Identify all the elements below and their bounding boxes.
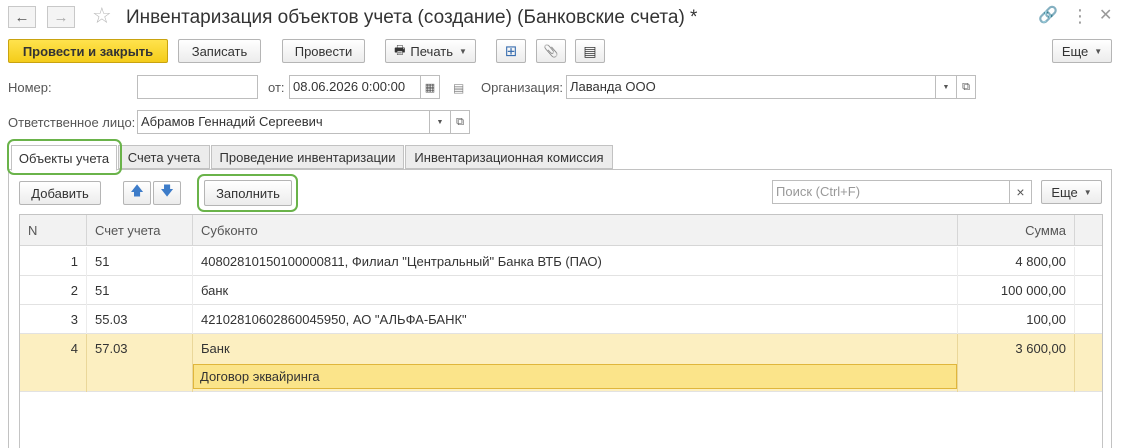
tab-inventory-posting[interactable]: Проведение инвентаризации xyxy=(211,145,404,169)
row-account: 57.03 xyxy=(87,334,193,392)
org-history-icon[interactable]: ▤ xyxy=(453,80,464,96)
responsible-label: Ответственное лицо: xyxy=(8,115,136,130)
arrow-right-icon: → xyxy=(53,8,69,26)
structure-icon: ⊞ xyxy=(504,43,518,60)
post-button[interactable]: Провести xyxy=(282,39,365,63)
chevron-down-icon: ▼ xyxy=(436,118,444,126)
row-subconto: 40802810150100000811, Филиал "Центральны… xyxy=(193,247,958,276)
forward-button[interactable]: → xyxy=(47,6,75,28)
table-header: N Счет учета Субконто Сумма xyxy=(20,215,1102,246)
more-button[interactable]: Еще ▼ xyxy=(1052,39,1112,63)
row-number: 1 xyxy=(20,247,87,276)
date-field[interactable]: 08.06.2026 0:00:00 xyxy=(289,75,421,99)
organization-open-button[interactable]: ⧉ xyxy=(956,75,976,99)
clear-icon: × xyxy=(1016,184,1025,200)
save-button[interactable]: Записать xyxy=(178,39,261,63)
print-button-label: Печать xyxy=(410,43,453,59)
report-icon: ▤ xyxy=(583,42,597,59)
responsible-dropdown-button[interactable]: ▼ xyxy=(429,110,451,134)
printer-icon: 🖶 xyxy=(394,42,406,57)
subconto-edit-field[interactable]: Договор эквайринга xyxy=(193,364,957,389)
close-icon[interactable]: ✕ xyxy=(1099,6,1112,26)
column-header-subconto[interactable]: Субконто xyxy=(193,215,958,246)
tab-inventory-commission[interactable]: Инвентаризационная комиссия xyxy=(405,145,613,169)
arrow-down-icon: 🡇 xyxy=(160,183,174,198)
arrow-left-icon: ← xyxy=(14,8,30,26)
row-number: 4 xyxy=(20,334,87,392)
add-button[interactable]: Добавить xyxy=(19,181,101,205)
table-row[interactable]: 3 55.03 42102810602860045950, АО "АЛЬФА-… xyxy=(20,305,1102,334)
responsible-open-button[interactable]: ⧉ xyxy=(450,110,470,134)
page-title: Инвентаризация объектов учета (создание)… xyxy=(126,7,698,28)
search-clear-button[interactable]: × xyxy=(1009,180,1032,204)
row-number: 3 xyxy=(20,305,87,334)
paperclip-icon: 📎 xyxy=(543,44,559,58)
row-account: 55.03 xyxy=(87,305,193,334)
row-amount: 3 600,00 xyxy=(958,334,1075,392)
table-more-button[interactable]: Еще ▼ xyxy=(1041,180,1102,204)
responsible-field[interactable]: Абрамов Геннадий Сергеевич xyxy=(137,110,430,134)
table-row[interactable]: 2 51 банк 100 000,00 xyxy=(20,276,1102,305)
number-field[interactable] xyxy=(137,75,258,99)
link-icon[interactable]: 🔗 xyxy=(1038,6,1058,26)
more-button-label: Еще xyxy=(1061,43,1089,59)
column-header-amount[interactable]: Сумма xyxy=(958,215,1075,246)
search-input[interactable]: Поиск (Ctrl+F) xyxy=(772,180,1010,204)
calendar-button[interactable]: ▦ xyxy=(420,75,440,99)
calendar-icon: ▦ xyxy=(424,81,436,94)
column-header-n[interactable]: N xyxy=(20,215,87,246)
caret-down-icon: ▼ xyxy=(459,46,467,56)
highlight-ring-fill xyxy=(197,174,298,212)
highlight-ring-tab xyxy=(7,139,122,175)
organization-label: Организация: xyxy=(481,80,564,95)
row-amount: 4 800,00 xyxy=(958,247,1075,276)
table-row-selected[interactable]: 4 57.03 Банк 3 600,00 Договор эквайринга xyxy=(20,334,1102,392)
open-icon: ⧉ xyxy=(456,115,464,128)
structure-button[interactable]: ⊞ xyxy=(496,39,526,63)
row-amount: 100,00 xyxy=(958,305,1075,334)
row-number: 2 xyxy=(20,276,87,305)
attach-button[interactable]: 📎 xyxy=(536,39,566,63)
more-actions-icon[interactable]: ⋮ xyxy=(1071,6,1089,26)
move-down-button[interactable]: 🡇 xyxy=(153,181,181,205)
row-amount: 100 000,00 xyxy=(958,276,1075,305)
print-button[interactable]: 🖶 Печать ▼ xyxy=(385,39,476,63)
move-up-button[interactable]: 🡅 xyxy=(123,181,151,205)
organization-dropdown-button[interactable]: ▼ xyxy=(935,75,957,99)
organization-field[interactable]: Лаванда ООО xyxy=(566,75,936,99)
open-icon: ⧉ xyxy=(962,80,970,93)
caret-down-icon: ▼ xyxy=(1083,187,1092,197)
row-subconto: 42102810602860045950, АО "АЛЬФА-БАНК" xyxy=(193,305,958,334)
arrow-up-icon: 🡅 xyxy=(130,183,144,198)
post-and-close-button[interactable]: Провести и закрыть xyxy=(8,39,168,63)
report-button[interactable]: ▤ xyxy=(575,39,605,63)
table-row[interactable]: 1 51 40802810150100000811, Филиал "Центр… xyxy=(20,247,1102,276)
chevron-down-icon: ▼ xyxy=(942,83,950,91)
table-more-button-label: Еще xyxy=(1051,184,1078,200)
row-subconto: банк xyxy=(193,276,958,305)
column-header-account[interactable]: Счет учета xyxy=(87,215,193,246)
star-icon[interactable]: ☆ xyxy=(92,4,112,28)
date-label: от: xyxy=(268,80,285,95)
back-button[interactable]: ← xyxy=(8,6,36,28)
row-account: 51 xyxy=(87,247,193,276)
row-account: 51 xyxy=(87,276,193,305)
tab-accounts[interactable]: Счета учета xyxy=(118,145,210,169)
accounting-objects-table: N Счет учета Субконто Сумма 1 51 4080281… xyxy=(19,214,1103,448)
caret-down-icon: ▼ xyxy=(1094,46,1103,56)
number-label: Номер: xyxy=(8,80,52,95)
